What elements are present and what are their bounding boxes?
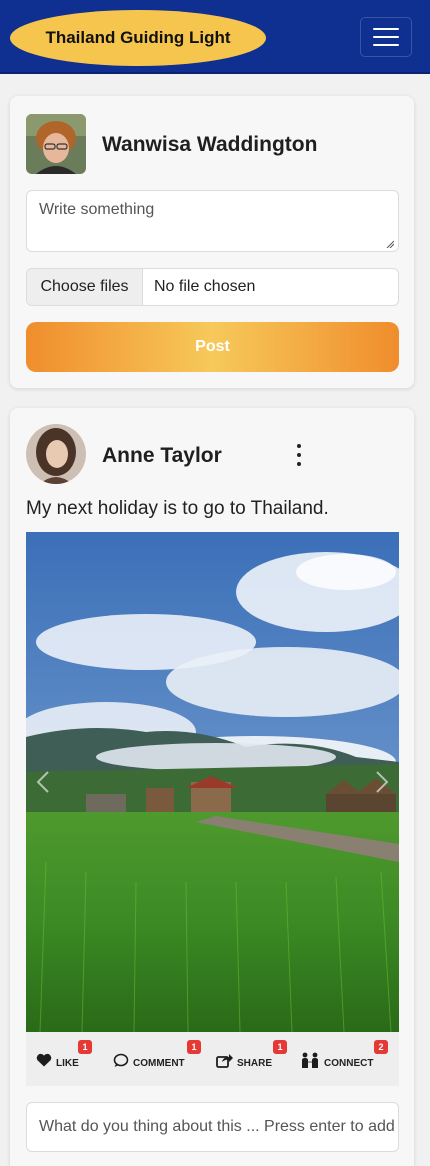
- avatar: [26, 424, 86, 484]
- top-navbar: Thailand Guiding Light: [0, 0, 430, 74]
- comment-button[interactable]: COMMENT 1: [113, 1040, 201, 1074]
- post-image: [26, 532, 399, 1032]
- post-composer: Wanwisa Waddington Write something Choos…: [10, 96, 414, 388]
- connect-icon: [302, 1052, 318, 1068]
- connect-button[interactable]: CONNECT 2: [300, 1040, 388, 1074]
- post-button[interactable]: Post: [26, 322, 399, 372]
- hamburger-icon[interactable]: [360, 17, 412, 57]
- choose-files-button[interactable]: Choose files: [27, 269, 143, 305]
- more-options-icon[interactable]: [292, 444, 306, 466]
- share-button[interactable]: SHARE 1: [216, 1040, 287, 1074]
- resize-grip-icon[interactable]: [386, 240, 394, 248]
- previous-image-arrow-icon[interactable]: [36, 770, 50, 794]
- post-author-name: Anne Taylor: [102, 444, 222, 467]
- next-image-arrow-icon[interactable]: [375, 770, 389, 794]
- post-actions-bar: LIKE 1 COMMENT 1 SHARE 1 CONNECT 2: [26, 1032, 399, 1086]
- like-count-badge: 1: [78, 1040, 92, 1054]
- share-label: SHARE: [237, 1057, 273, 1069]
- post-card: Anne Taylor My next holiday is to go to …: [10, 408, 414, 1166]
- file-status: No file chosen: [154, 278, 256, 295]
- comment-count-badge: 1: [187, 1040, 201, 1054]
- avatar: [26, 114, 86, 174]
- share-count-badge: 1: [273, 1040, 287, 1054]
- comment-label: COMMENT: [133, 1057, 185, 1069]
- connect-label: CONNECT: [324, 1057, 374, 1069]
- like-button[interactable]: LIKE 1: [36, 1040, 92, 1074]
- post-textarea[interactable]: Write something: [26, 190, 399, 252]
- post-text: My next holiday is to go to Thailand.: [26, 498, 329, 519]
- like-label: LIKE: [56, 1057, 79, 1069]
- comment-input-placeholder: What do you thing about this ... Press e…: [39, 1118, 395, 1135]
- comment-icon: [113, 1053, 129, 1067]
- brand-logo[interactable]: Thailand Guiding Light: [10, 10, 266, 66]
- heart-icon: [36, 1053, 52, 1067]
- post-textarea-placeholder: Write something: [39, 201, 155, 218]
- connect-count-badge: 2: [374, 1040, 388, 1054]
- share-icon: [216, 1053, 233, 1068]
- comment-input[interactable]: What do you thing about this ... Press e…: [26, 1102, 399, 1152]
- composer-user-name: Wanwisa Waddington: [102, 133, 318, 156]
- file-input[interactable]: Choose files No file chosen: [26, 268, 399, 306]
